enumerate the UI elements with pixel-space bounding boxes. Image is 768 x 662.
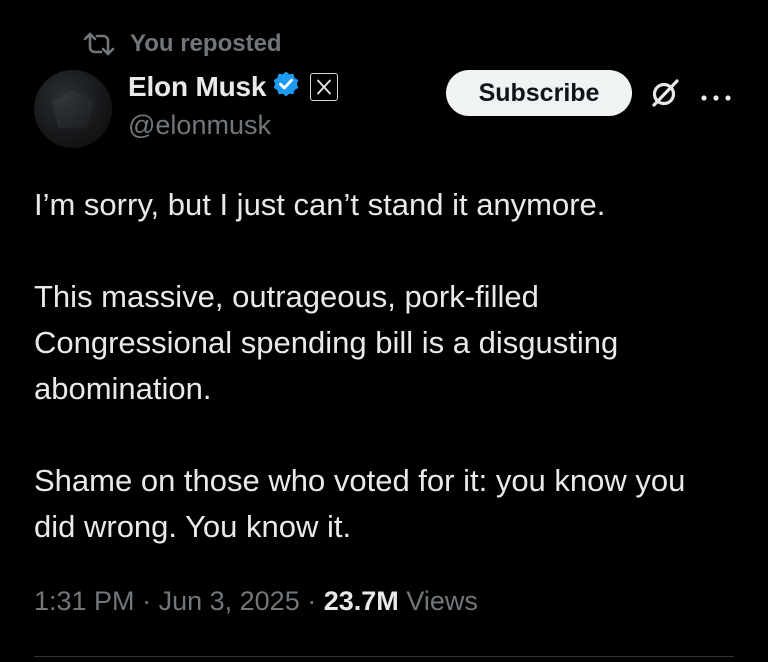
verified-badge-icon[interactable] — [272, 70, 300, 103]
tweet-paragraph: This massive, outrageous, pork-filled Co… — [34, 279, 619, 406]
tweet-paragraph: I’m sorry, but I just can’t stand it any… — [34, 187, 606, 222]
tweet-time[interactable]: 1:31 PM — [34, 586, 135, 616]
tweet-meta: 1:31 PM · Jun 3, 2025 · 23.7M Views — [34, 586, 478, 617]
author-name[interactable]: Elon Musk — [128, 71, 266, 103]
x-logo-icon[interactable] — [310, 72, 339, 101]
author-handle[interactable]: @elonmusk — [128, 110, 271, 141]
tweet-text: I’m sorry, but I just can’t stand it any… — [34, 182, 734, 550]
more-options-icon[interactable] — [700, 90, 732, 101]
subscribe-button[interactable]: Subscribe — [446, 70, 632, 116]
meta-separator: · — [142, 586, 152, 616]
tweet-paragraph: Shame on those who voted for it: you kno… — [34, 463, 686, 544]
views-count[interactable]: 23.7M — [324, 586, 399, 616]
divider — [34, 656, 734, 657]
author-name-row: Elon Musk — [128, 70, 339, 103]
repost-label: You reposted — [130, 30, 282, 57]
repost-indicator[interactable]: You reposted — [82, 30, 282, 58]
grok-icon[interactable] — [648, 76, 682, 110]
repost-icon — [82, 31, 116, 57]
meta-separator: · — [307, 586, 317, 616]
views-label: Views — [406, 586, 478, 616]
avatar[interactable] — [34, 70, 112, 148]
tweet-date[interactable]: Jun 3, 2025 — [159, 586, 300, 616]
